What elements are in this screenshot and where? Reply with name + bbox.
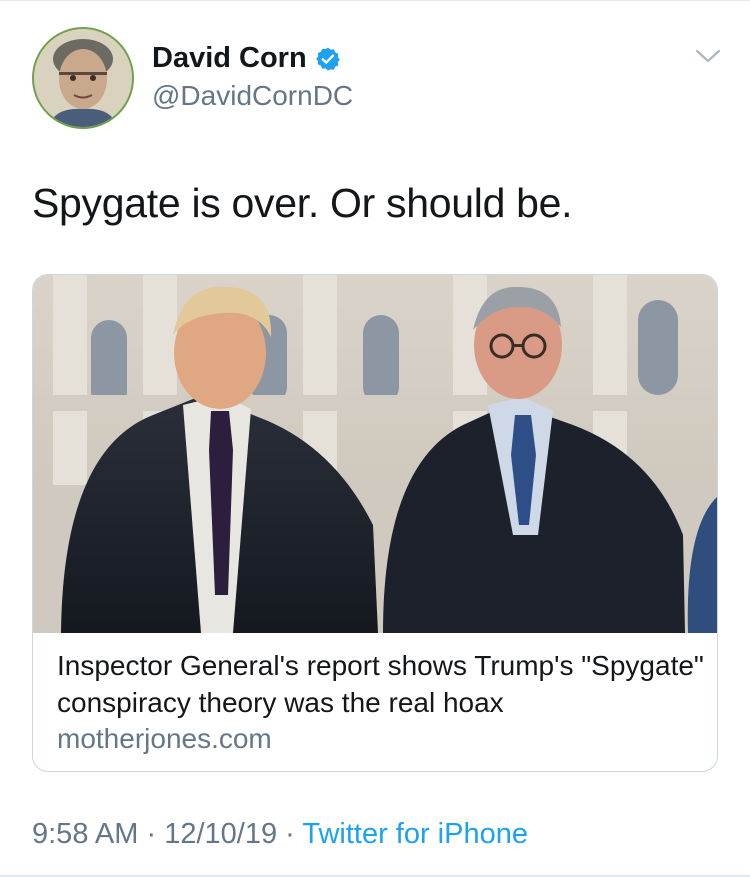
card-body: Inspector General's report shows Trump's…: [57, 647, 707, 757]
card-domain: motherjones.com: [57, 723, 272, 754]
verified-badge-icon: [315, 47, 340, 70]
avatar-portrait: [34, 29, 132, 127]
tweet-date[interactable]: 12/10/19: [164, 818, 277, 850]
author-row: David Corn: [152, 42, 341, 75]
tweet-meta: 9:58 AM · 12/10/19 · Twitter for iPhone: [32, 818, 528, 851]
tweet-time: 9:58 AM: [32, 818, 139, 850]
tweet-source-link[interactable]: Twitter for iPhone: [302, 818, 528, 850]
author-handle[interactable]: @DavidCornDC: [152, 80, 353, 112]
author-name[interactable]: David Corn: [152, 42, 307, 75]
top-divider: [0, 0, 750, 1]
meta-separator: ·: [138, 818, 165, 850]
link-card[interactable]: Inspector General's report shows Trump's…: [32, 274, 718, 772]
tweet-text: Spygate is over. Or should be.: [32, 180, 573, 226]
card-photo: [33, 275, 717, 633]
meta-separator: ·: [277, 818, 303, 850]
chevron-down-icon[interactable]: [694, 46, 722, 66]
avatar[interactable]: [32, 27, 134, 129]
card-title: Inspector General's report shows Trump's…: [57, 650, 704, 718]
